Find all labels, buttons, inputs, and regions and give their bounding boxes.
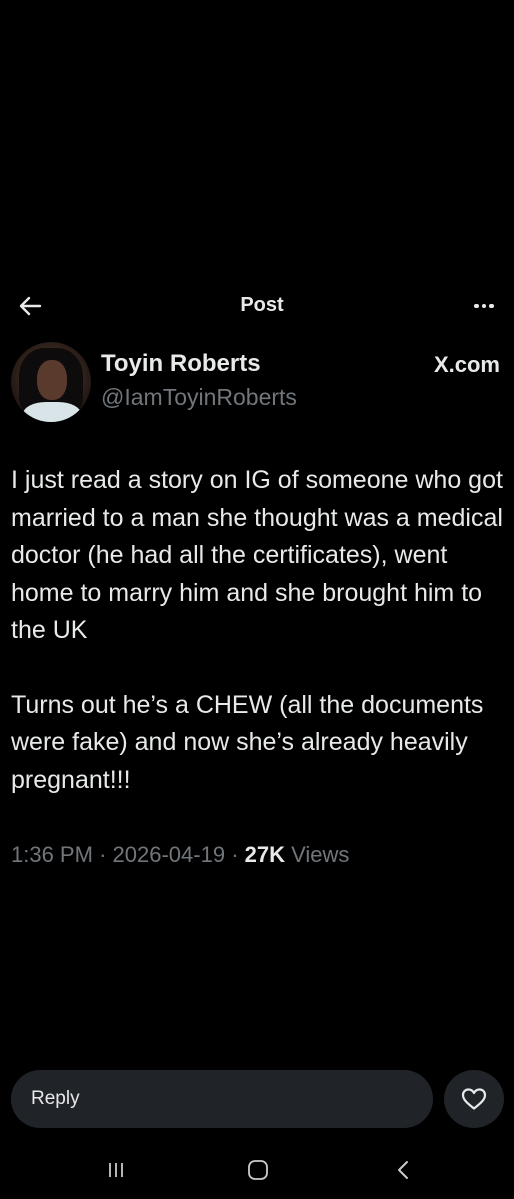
- meta-separator: ·: [99, 842, 107, 867]
- recents-button[interactable]: [96, 1156, 136, 1184]
- chevron-left-icon: [398, 1161, 408, 1179]
- more-horizontal-icon: [474, 303, 479, 309]
- source-label-text: X.com: [433, 352, 500, 377]
- author-handle[interactable]: @IamToyinRoberts: [101, 384, 297, 411]
- system-nav-bar: [0, 1146, 514, 1194]
- tweet-date: 2026-04-19: [112, 842, 226, 867]
- meta-separator: ·: [231, 842, 239, 867]
- views-label: Views: [291, 842, 350, 867]
- tweet-paragraph: Turns out he’s a CHEW (all the documents…: [11, 690, 484, 794]
- home-icon: [248, 1160, 268, 1180]
- tweet-text: I just read a story on IG of someone who…: [11, 462, 511, 799]
- reply-input[interactable]: Reply: [11, 1070, 433, 1128]
- author-display-name[interactable]: Toyin Roberts: [101, 350, 261, 378]
- heart-icon: [461, 1088, 487, 1110]
- system-back-button[interactable]: [383, 1156, 423, 1184]
- avatar-face: [37, 360, 67, 400]
- tweet-meta: 1:36 PM · 2026-04-19 · 27K Views: [11, 842, 349, 868]
- page-title: Post: [240, 294, 284, 316]
- avatar-shirt: [23, 402, 81, 422]
- tweet-paragraph: I just read a story on IG of someone who…: [11, 466, 503, 644]
- author-row: Toyin Roberts @IamToyinRoberts X.com: [0, 342, 514, 424]
- recents-icon: [109, 1163, 123, 1177]
- more-dot: [489, 303, 494, 309]
- tweet-time: 1:36 PM: [11, 842, 93, 867]
- views-count[interactable]: 27K: [245, 842, 285, 867]
- top-bar: Post: [0, 282, 514, 330]
- reply-placeholder: Reply: [31, 1088, 80, 1109]
- source-label: X.com: [434, 352, 500, 378]
- home-button[interactable]: [238, 1156, 278, 1184]
- like-button[interactable]: [444, 1070, 504, 1128]
- more-button[interactable]: [468, 292, 500, 320]
- more-dot: [481, 303, 487, 309]
- avatar[interactable]: [11, 342, 91, 422]
